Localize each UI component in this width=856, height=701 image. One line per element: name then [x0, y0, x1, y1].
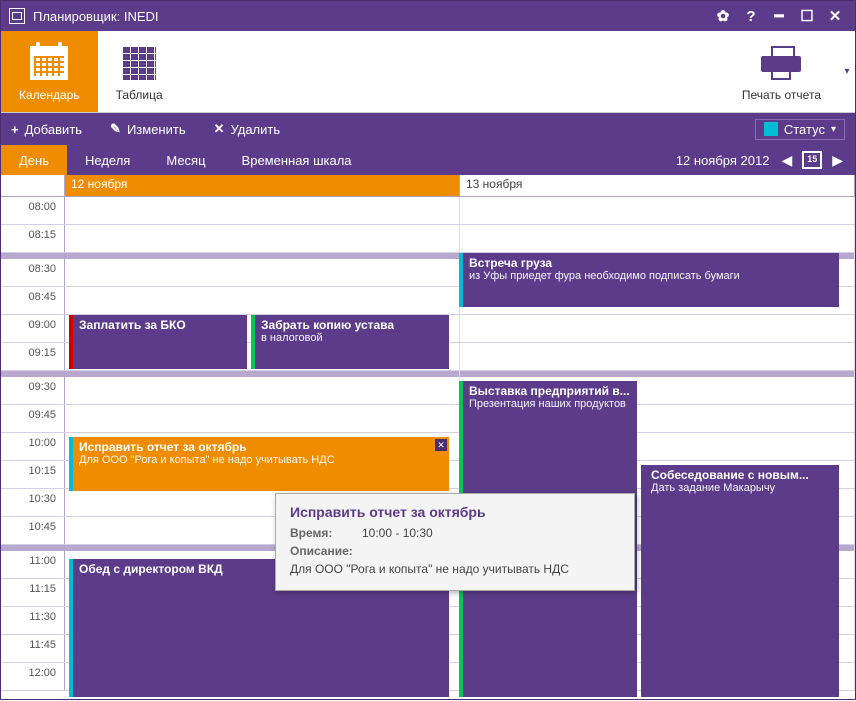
edit-button[interactable]: ✎Изменить: [110, 121, 186, 137]
event-cargo[interactable]: Встреча груза из Уфы приедет фура необхо…: [459, 253, 839, 307]
help-icon[interactable]: ?: [739, 4, 763, 28]
tab-timeline[interactable]: Временная шкала: [224, 145, 370, 175]
add-button[interactable]: +Добавить: [11, 122, 82, 137]
ribbon: Календарь Таблица Печать отчета ▾: [1, 31, 855, 113]
time-label: 09:15: [1, 343, 65, 370]
event-pay-bko[interactable]: Заплатить за БКО: [69, 315, 247, 369]
x-icon: ✕: [214, 121, 225, 137]
time-label: 09:30: [1, 377, 65, 404]
delete-button[interactable]: ✕Удалить: [214, 121, 281, 137]
calendar-icon: [30, 46, 68, 80]
time-label: 11:15: [1, 579, 65, 606]
tab-day[interactable]: День: [1, 145, 67, 175]
time-label: 10:45: [1, 517, 65, 544]
app-icon: [9, 8, 25, 24]
time-label: 09:45: [1, 405, 65, 432]
time-label: 11:00: [1, 551, 65, 578]
time-label: 10:30: [1, 489, 65, 516]
status-dropdown[interactable]: Статус ▾: [755, 119, 845, 140]
plus-icon: +: [11, 122, 19, 137]
next-arrow-icon[interactable]: ▶: [826, 152, 849, 169]
tooltip-title: Исправить отчет за октябрь: [290, 504, 620, 520]
calendar-grid: 12 ноября 13 ноября 08:0008:15 08:3008:45…: [1, 175, 855, 701]
time-label: 08:30: [1, 259, 65, 286]
ribbon-print-label: Печать отчета: [742, 88, 821, 102]
event-close-icon[interactable]: ✕: [435, 439, 447, 451]
window-title: Планировщик: INEDI: [33, 9, 159, 24]
status-swatch: [764, 122, 778, 136]
minimize-icon[interactable]: ━: [767, 4, 791, 28]
ribbon-calendar-label: Календарь: [19, 88, 80, 102]
maximize-icon[interactable]: ☐: [795, 4, 819, 28]
time-label: 11:30: [1, 607, 65, 634]
ribbon-print[interactable]: Печать отчета: [724, 31, 839, 112]
time-label: 09:00: [1, 315, 65, 342]
tab-week[interactable]: Неделя: [67, 145, 148, 175]
event-interview[interactable]: Собеседование с новым... Дать задание Ма…: [641, 465, 839, 697]
ribbon-calendar[interactable]: Календарь: [1, 31, 98, 112]
time-label: 12:00: [1, 663, 65, 690]
tooltip-time: 10:00 - 10:30: [362, 526, 433, 540]
chevron-down-icon: ▾: [831, 124, 836, 135]
time-label: 08:00: [1, 197, 65, 224]
prev-arrow-icon[interactable]: ◀: [775, 152, 798, 169]
tab-month[interactable]: Месяц: [148, 145, 223, 175]
day-header-today[interactable]: 12 ноября: [65, 175, 460, 196]
day-header[interactable]: 13 ноября: [460, 175, 855, 196]
pencil-icon: ✎: [110, 121, 121, 137]
ribbon-dropdown[interactable]: ▾: [839, 31, 855, 112]
toolbar: +Добавить ✎Изменить ✕Удалить Статус ▾: [1, 113, 855, 145]
date-navigator: 12 ноября 2012 ◀ ▶: [664, 145, 855, 175]
ribbon-table[interactable]: Таблица: [98, 31, 181, 112]
close-icon[interactable]: ✕: [823, 4, 847, 28]
calendar-picker-icon[interactable]: [802, 151, 822, 169]
table-icon: [122, 46, 156, 80]
event-fix-report[interactable]: Исправить отчет за октябрь Для ООО "Рога…: [69, 437, 449, 491]
event-tooltip: Исправить отчет за октябрь Время:10:00 -…: [275, 493, 635, 591]
time-label: 10:15: [1, 461, 65, 488]
time-label: 08:45: [1, 287, 65, 314]
current-date: 12 ноября 2012: [676, 153, 770, 168]
titlebar: Планировщик: INEDI ✿ ? ━ ☐ ✕: [1, 1, 855, 31]
settings-icon[interactable]: ✿: [711, 4, 735, 28]
event-copy-charter[interactable]: Забрать копию устава в налоговой: [251, 315, 449, 369]
viewbar: День Неделя Месяц Временная шкала 12 ноя…: [1, 145, 855, 175]
time-label: 10:00: [1, 433, 65, 460]
print-icon: [761, 46, 801, 80]
time-label: 11:45: [1, 635, 65, 662]
tooltip-desc: Для ООО "Рога и копыта" не надо учитыват…: [290, 562, 620, 576]
time-label: 08:15: [1, 225, 65, 252]
ribbon-table-label: Таблица: [116, 88, 163, 102]
